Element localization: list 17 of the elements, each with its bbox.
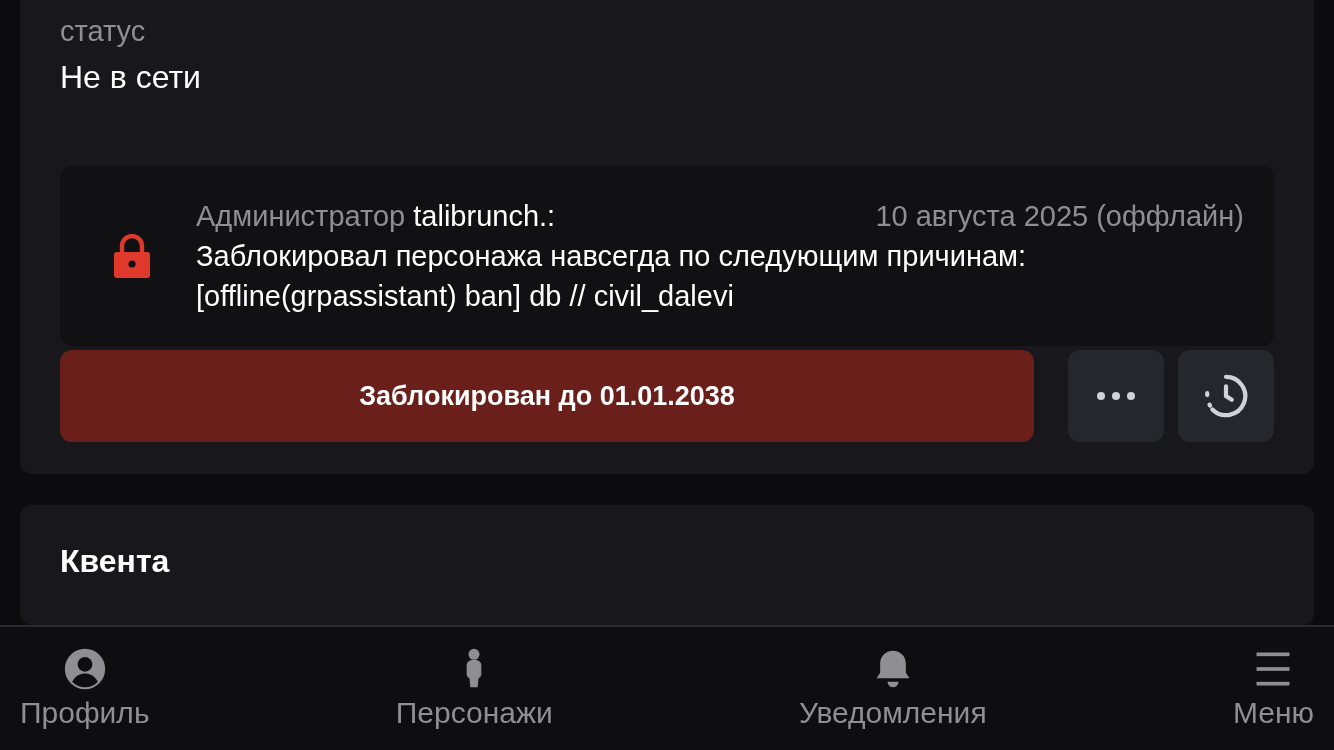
nav-tab[interactable]: Уведомления xyxy=(799,647,987,733)
nav-tab[interactable]: Персонажи xyxy=(395,647,553,733)
ban-reason: [offline(grpassistant) ban] db // civil_dalevi xyxy=(196,279,735,314)
nav-tab[interactable]: Профиль xyxy=(20,647,150,733)
status-label: статус xyxy=(60,14,147,49)
ban-date: 10 августа 2025 (оффлайн) xyxy=(875,199,1244,234)
admin-line: Администратор talibrunch.: xyxy=(196,199,556,234)
history-icon xyxy=(1203,373,1249,419)
nav-tab[interactable]: Меню xyxy=(1232,647,1314,733)
history-button[interactable] xyxy=(1178,350,1274,442)
dots-icon xyxy=(1096,391,1136,401)
blocked-until-button[interactable]: Заблокирован до 01.01.2038 xyxy=(60,350,1034,442)
status-value: Не в сети xyxy=(60,58,202,97)
user-icon xyxy=(62,647,107,691)
lock-icon xyxy=(112,234,152,278)
section-title: Квента xyxy=(60,543,170,579)
ban-message: Заблокировал персонажа навсегда по следующим причинам: xyxy=(196,239,1028,274)
